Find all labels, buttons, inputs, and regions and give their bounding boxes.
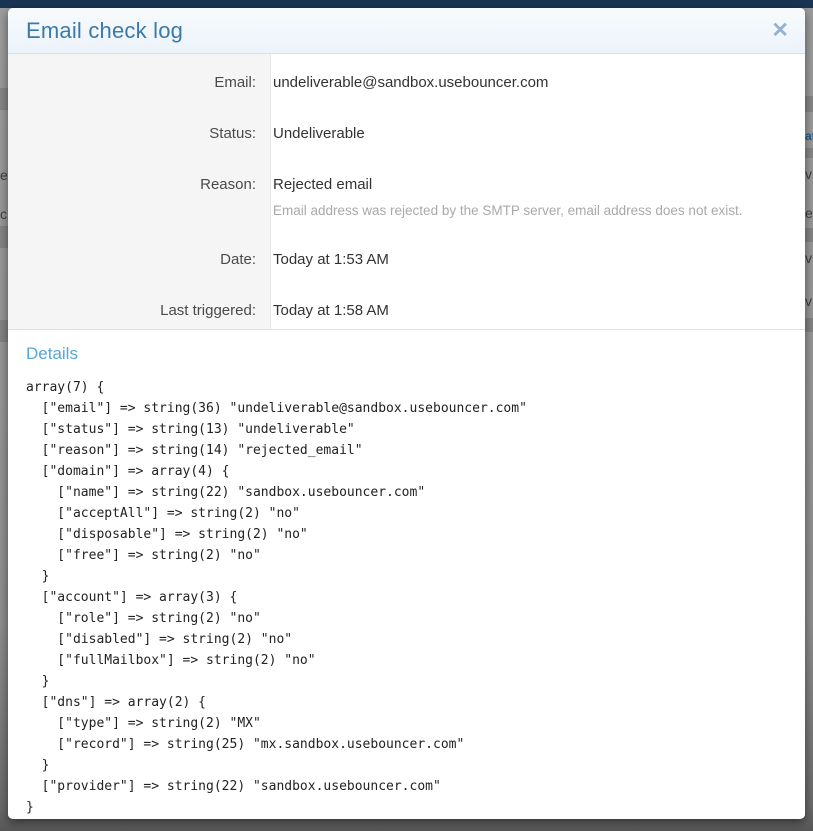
- email-check-log-modal: Email check log ✕ Email: undeliverable@s…: [8, 8, 805, 819]
- background-row-band: [805, 148, 813, 158]
- date-label: Date:: [8, 250, 256, 269]
- background-text-fragment: v: [805, 167, 813, 181]
- last-triggered-value: Today at 1:58 AM: [256, 301, 389, 320]
- details-toggle-link[interactable]: Details: [26, 344, 78, 364]
- background-navbar: [0, 0, 813, 8]
- reason-field-row: Reason: Rejected email Email address was…: [8, 175, 805, 219]
- email-summary-fields: Email: undeliverable@sandbox.usebouncer.…: [8, 54, 805, 330]
- background-text-fragment: at: [805, 129, 813, 143]
- date-field-row: Date: Today at 1:53 AM: [8, 250, 805, 269]
- background-row-band: [805, 228, 813, 242]
- background-text-fragment: v: [805, 294, 813, 308]
- background-text-fragment: v: [805, 251, 813, 265]
- close-icon[interactable]: ✕: [771, 17, 789, 45]
- email-field-row: Email: undeliverable@sandbox.usebouncer.…: [8, 73, 805, 92]
- background-row-band: [805, 318, 813, 332]
- background-text-fragment: e: [805, 206, 813, 220]
- status-field-row: Status: Undeliverable: [8, 124, 805, 143]
- date-value: Today at 1:53 AM: [256, 250, 389, 269]
- modal-header: Email check log ✕: [8, 8, 805, 54]
- background-row-band: [0, 226, 8, 248]
- reason-value: Rejected email Email address was rejecte…: [256, 175, 742, 219]
- modal-title: Email check log: [26, 18, 183, 44]
- reason-label: Reason:: [8, 175, 256, 219]
- reason-description: Email address was rejected by the SMTP s…: [273, 202, 742, 219]
- last-triggered-field-row: Last triggered: Today at 1:58 AM: [8, 301, 805, 320]
- background-row-band: [805, 96, 813, 112]
- reason-value-text: Rejected email: [273, 175, 742, 194]
- background-row-band: [0, 88, 8, 110]
- background-row-band: [0, 320, 8, 342]
- email-value: undeliverable@sandbox.usebouncer.com: [256, 73, 548, 92]
- details-section: Details array(7) { ["email"] => string(3…: [8, 330, 805, 818]
- email-label: Email:: [8, 73, 256, 92]
- last-triggered-label: Last triggered:: [8, 301, 256, 320]
- status-value: Undeliverable: [256, 124, 365, 143]
- status-label: Status:: [8, 124, 256, 143]
- details-code-dump: array(7) { ["email"] => string(36) "unde…: [26, 377, 787, 818]
